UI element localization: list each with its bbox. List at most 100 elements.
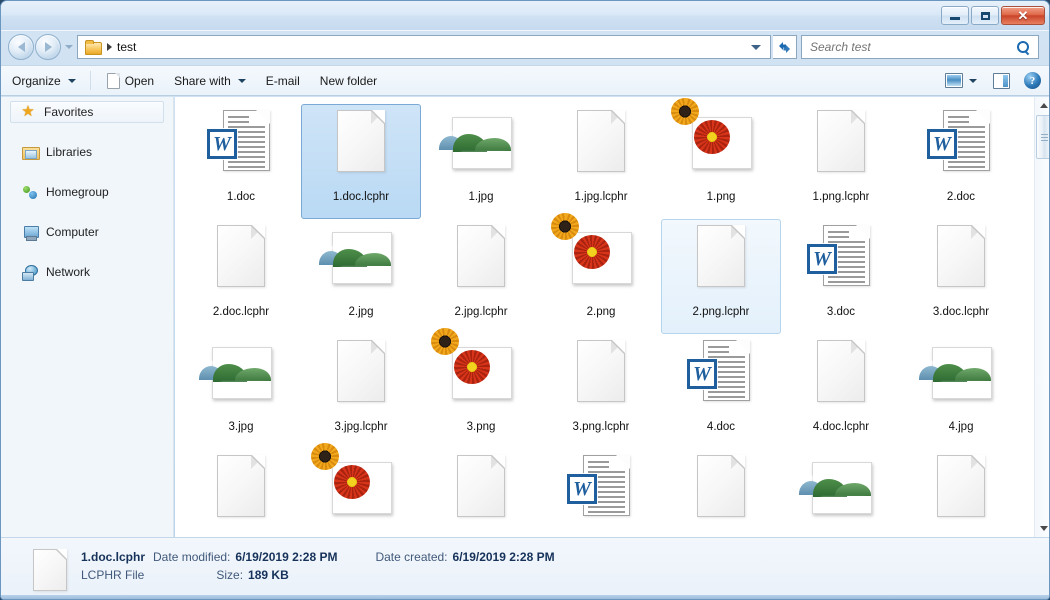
search-input[interactable] xyxy=(810,40,1005,54)
toolbar-right-group: ? xyxy=(945,72,1049,89)
file-item[interactable]: 2.jpg.lcphr xyxy=(421,219,541,334)
network-icon xyxy=(22,264,38,281)
close-icon: ✕ xyxy=(1017,8,1029,23)
file-item[interactable]: 2.jpg xyxy=(301,219,421,334)
file-item[interactable]: 2.png.lcphr xyxy=(661,219,781,334)
selected-file-name: 1.doc.lcphr xyxy=(81,550,146,564)
size-value: 189 KB xyxy=(248,568,289,582)
file-icon xyxy=(195,339,278,417)
blank-file-icon xyxy=(697,225,745,287)
sidebar-item-network[interactable]: Network xyxy=(13,261,168,283)
file-name-label: 3.doc.lcphr xyxy=(932,306,990,318)
file-name-label: 4.doc xyxy=(706,421,736,433)
file-item[interactable]: 3.doc.lcphr xyxy=(901,219,1021,334)
page-fold-icon xyxy=(971,456,984,469)
details-line-2: LCPHR File Size: 189 KB xyxy=(81,568,1021,586)
word-logo-icon: W xyxy=(567,474,597,504)
png-thumbnail xyxy=(311,443,392,514)
open-button[interactable]: Open xyxy=(98,69,163,92)
breadcrumb-separator-icon[interactable] xyxy=(107,43,112,51)
file-item[interactable] xyxy=(421,449,541,537)
forward-button[interactable] xyxy=(35,34,61,60)
recent-locations-icon[interactable] xyxy=(65,45,73,49)
scroll-up-button[interactable] xyxy=(1035,97,1049,114)
sidebar-item-label: Homegroup xyxy=(46,185,109,199)
file-item[interactable]: W 2.doc xyxy=(901,104,1021,219)
file-list-view[interactable]: W 1.doc 1.doc.lcphr 1.jpg 1.jpg.lcphr 1.png 1.… xyxy=(175,97,1034,537)
share-with-button[interactable]: Share with xyxy=(165,69,255,92)
minimize-button[interactable] xyxy=(941,6,969,25)
address-bar[interactable]: test xyxy=(77,35,771,59)
file-item[interactable]: 1.doc.lcphr xyxy=(301,104,421,219)
file-name-label: 1.png xyxy=(706,191,736,203)
sidebar-item-label: Network xyxy=(46,265,91,279)
file-name-label: 2.jpg xyxy=(348,306,374,318)
file-item[interactable]: 4.jpg xyxy=(901,334,1021,449)
file-name-label: 3.png xyxy=(466,421,496,433)
file-item[interactable] xyxy=(781,449,901,537)
file-item[interactable]: 3.png.lcphr xyxy=(541,334,661,449)
file-item[interactable]: W 4.doc xyxy=(661,334,781,449)
file-item[interactable]: 3.jpg.lcphr xyxy=(301,334,421,449)
organize-button[interactable]: Organize xyxy=(3,69,85,92)
new-folder-button[interactable]: New folder xyxy=(311,69,386,92)
file-item[interactable] xyxy=(181,449,301,537)
search-box[interactable] xyxy=(801,35,1039,59)
file-item[interactable]: 2.doc.lcphr xyxy=(181,219,301,334)
file-item[interactable]: W 3.doc xyxy=(781,219,901,334)
sidebar-item-libraries[interactable]: Libraries xyxy=(13,141,168,163)
search-icon[interactable] xyxy=(1017,40,1030,54)
sidebar-item-computer[interactable]: Computer xyxy=(13,221,168,243)
blank-file-icon xyxy=(937,455,985,517)
maximize-button[interactable] xyxy=(971,6,999,25)
chevron-down-icon[interactable] xyxy=(969,78,977,83)
scrollbar-thumb[interactable] xyxy=(1036,115,1049,159)
blank-file-icon xyxy=(817,110,865,172)
blank-file-icon xyxy=(457,225,505,287)
refresh-button[interactable] xyxy=(773,35,797,59)
file-item[interactable]: 1.jpg xyxy=(421,104,541,219)
file-item[interactable]: 4.doc.lcphr xyxy=(781,334,901,449)
file-icon xyxy=(204,224,278,302)
help-icon[interactable]: ? xyxy=(1024,72,1041,89)
file-name-label: 3.doc xyxy=(826,306,856,318)
file-item[interactable]: W 1.doc xyxy=(181,104,301,219)
close-button[interactable]: ✕ xyxy=(1001,6,1045,25)
scroll-down-button[interactable] xyxy=(1035,520,1049,537)
file-item[interactable] xyxy=(301,443,421,537)
word-logo-icon: W xyxy=(207,129,237,159)
preview-pane-icon[interactable] xyxy=(993,72,1010,89)
file-item[interactable]: 2.png xyxy=(541,213,661,334)
file-name-label: 1.doc xyxy=(226,191,256,203)
file-item[interactable]: 1.png.lcphr xyxy=(781,104,901,219)
scroll-up-icon xyxy=(1039,103,1048,108)
file-item[interactable]: 1.png xyxy=(661,98,781,219)
refresh-icon xyxy=(779,41,790,53)
folder-icon xyxy=(85,40,102,55)
change-view-icon[interactable] xyxy=(945,73,963,88)
details-line-1: 1.doc.lcphr Date modified: 6/19/2019 2:2… xyxy=(81,550,1021,568)
file-item[interactable] xyxy=(901,449,1021,537)
email-button[interactable]: E-mail xyxy=(257,69,309,92)
page-fold-icon xyxy=(491,456,504,469)
breadcrumb-test[interactable]: test xyxy=(117,40,136,54)
back-button[interactable] xyxy=(8,34,34,60)
sidebar-item-homegroup[interactable]: Homegroup xyxy=(13,181,168,203)
email-label: E-mail xyxy=(265,73,300,88)
chevron-down-icon[interactable] xyxy=(751,44,761,50)
vertical-scrollbar[interactable] xyxy=(1034,97,1049,537)
date-modified-label: Date modified: xyxy=(153,550,231,564)
file-item[interactable]: 3.png xyxy=(421,328,541,449)
file-icon xyxy=(684,224,758,302)
homegroup-icon xyxy=(22,184,38,200)
file-item[interactable] xyxy=(661,449,781,537)
explorer-window: ✕ test Search test Organize Open Share w… xyxy=(0,0,1050,600)
file-item[interactable]: 1.jpg.lcphr xyxy=(541,104,661,219)
blank-file-icon xyxy=(457,455,505,517)
sidebar-item-label: Computer xyxy=(46,225,99,239)
file-name-label: 2.png xyxy=(586,306,616,318)
file-item[interactable]: W xyxy=(541,449,661,537)
share-with-label: Share with xyxy=(174,73,231,88)
file-item[interactable]: 3.jpg xyxy=(181,334,301,449)
sidebar-item-favorites[interactable]: ★ Favorites xyxy=(10,101,164,123)
